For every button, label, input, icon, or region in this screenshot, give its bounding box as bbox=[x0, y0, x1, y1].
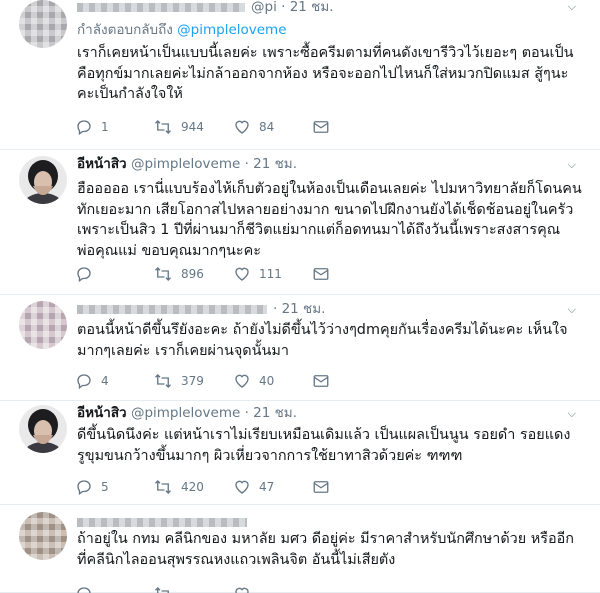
reply-icon bbox=[77, 120, 91, 136]
tweet-actions: 1 944 84 bbox=[75, 118, 375, 136]
user-handle[interactable]: @pimpleloveme bbox=[131, 156, 240, 172]
reply-context: กำลังตอบกลับถึง @pimpleloveme bbox=[77, 21, 287, 39]
user-name-blurred[interactable] bbox=[77, 304, 267, 314]
tweet-actions: 5 420 47 bbox=[75, 478, 375, 496]
tweet-text: ดีขึ้นนิดนึงค่ะ แต่หน้าเราไม่เรียบเหมือน… bbox=[77, 427, 571, 464]
tweet-text: เราก็เคยหน้าเป็นแบบนี้เลยค่ะ เพราะซื้อคร… bbox=[77, 45, 574, 102]
user-name-blurred[interactable] bbox=[77, 2, 245, 12]
avatar-image bbox=[23, 409, 63, 453]
reply-button[interactable]: 4 bbox=[75, 372, 109, 390]
dm-button[interactable] bbox=[312, 372, 330, 390]
retweet-icon bbox=[155, 587, 169, 593]
tweet-time[interactable]: · 21 ชม. bbox=[245, 156, 297, 172]
like-button[interactable]: 111 bbox=[233, 265, 282, 283]
tweet-time[interactable]: · 21 ชม. bbox=[245, 405, 297, 421]
tweet[interactable]: อีหน้าสิว @pimpleloveme · 21 ชม. ⌵ ฮือออ… bbox=[0, 150, 600, 295]
reply-icon bbox=[77, 480, 91, 496]
chevron-down-icon[interactable]: ⌵ bbox=[568, 0, 576, 14]
heart-icon bbox=[235, 480, 249, 494]
retweet-button[interactable]: 420 bbox=[153, 478, 204, 496]
tweet[interactable]: ถ้าอยู่ใน กทม คลีนิกของ มหาลัย มศว ดีอยู… bbox=[0, 505, 600, 593]
retweet-count: 944 bbox=[181, 120, 204, 134]
tweet-time[interactable]: · 21 ชม. bbox=[281, 0, 333, 15]
reply-mention[interactable]: @pimpleloveme bbox=[177, 22, 286, 38]
tweet-header: · 21 ชม. bbox=[77, 299, 325, 319]
tweet-actions: 896 111 bbox=[75, 265, 375, 283]
tweet-header: @pi · 21 ชม. bbox=[77, 0, 334, 17]
reply-icon bbox=[77, 267, 91, 283]
reply-label: กำลังตอบกลับถึง bbox=[77, 22, 173, 38]
tweet-text: ฮือออออ เรานี่แบบร้องไห้เก็บตัวอยู่ในห้อ… bbox=[77, 181, 582, 259]
retweet-icon bbox=[155, 267, 171, 281]
envelope-icon bbox=[313, 268, 329, 280]
retweet-count: 896 bbox=[181, 267, 204, 281]
reply-count: 5 bbox=[101, 480, 109, 494]
tweet-header: อีหน้าสิว @pimpleloveme · 21 ชม. bbox=[77, 403, 297, 423]
retweet-icon bbox=[155, 120, 171, 134]
like-button[interactable] bbox=[233, 585, 251, 593]
tweet[interactable]: อีหน้าสิว @pimpleloveme · 21 ชม. ⌵ ดีขึ้… bbox=[0, 401, 600, 505]
envelope-icon bbox=[313, 481, 329, 493]
reply-count: 4 bbox=[101, 374, 109, 388]
reply-button[interactable] bbox=[75, 265, 101, 283]
dm-button[interactable] bbox=[312, 478, 330, 496]
user-name[interactable]: อีหน้าสิว bbox=[77, 156, 127, 172]
retweet-button[interactable] bbox=[153, 585, 173, 593]
avatar[interactable] bbox=[19, 301, 67, 349]
reply-icon bbox=[77, 587, 91, 593]
like-button[interactable]: 40 bbox=[233, 372, 274, 390]
chevron-down-icon[interactable]: ⌵ bbox=[568, 158, 576, 172]
avatar-image bbox=[23, 160, 63, 204]
like-button[interactable]: 84 bbox=[233, 118, 274, 136]
retweet-button[interactable]: 379 bbox=[153, 372, 204, 390]
retweet-button[interactable]: 896 bbox=[153, 265, 204, 283]
heart-icon bbox=[235, 120, 249, 134]
heart-icon bbox=[235, 374, 249, 388]
avatar[interactable] bbox=[19, 0, 67, 48]
reply-icon bbox=[77, 374, 91, 390]
tweet-text: ตอนนี้หน้าดีขึ้นรึยังอะคะ ถ้ายังไม่ดีขึ้… bbox=[77, 322, 568, 359]
tweet-text: ถ้าอยู่ใน กทม คลีนิกของ มหาลัย มศว ดีอยู… bbox=[77, 531, 574, 568]
avatar[interactable] bbox=[19, 156, 67, 204]
tweet-actions bbox=[75, 585, 375, 593]
retweet-button[interactable]: 944 bbox=[153, 118, 204, 136]
user-handle[interactable]: @pimpleloveme bbox=[131, 405, 240, 421]
avatar[interactable] bbox=[19, 512, 67, 560]
reply-button[interactable] bbox=[75, 585, 93, 593]
tweet[interactable]: @pi · 21 ชม. ⌵ กำลังตอบกลับถึง @pimplelo… bbox=[0, 0, 600, 150]
chevron-down-icon[interactable]: ⌵ bbox=[568, 407, 576, 421]
user-handle[interactable]: @pi bbox=[251, 0, 277, 15]
heart-icon bbox=[235, 587, 249, 593]
like-count: 111 bbox=[259, 267, 282, 281]
user-name[interactable]: อีหน้าสิว bbox=[77, 405, 127, 421]
user-name-blurred[interactable] bbox=[77, 517, 247, 527]
like-count: 84 bbox=[259, 120, 275, 134]
tweet-header: อีหน้าสิว @pimpleloveme · 21 ชม. bbox=[77, 154, 297, 174]
retweet-icon bbox=[155, 480, 171, 494]
heart-icon bbox=[235, 267, 249, 281]
like-button[interactable]: 47 bbox=[233, 478, 274, 496]
envelope-icon bbox=[313, 121, 329, 133]
dm-button[interactable] bbox=[312, 265, 330, 283]
reply-button[interactable]: 5 bbox=[75, 478, 109, 496]
reply-button[interactable]: 1 bbox=[75, 118, 109, 136]
chevron-down-icon[interactable]: ⌵ bbox=[568, 303, 576, 317]
tweet-time[interactable]: · 21 ชม. bbox=[273, 301, 325, 317]
reply-count: 1 bbox=[101, 120, 109, 134]
tweet-actions: 4 379 40 bbox=[75, 372, 375, 390]
avatar[interactable] bbox=[19, 405, 67, 453]
retweet-count: 420 bbox=[181, 480, 204, 494]
dm-button[interactable] bbox=[312, 118, 330, 136]
like-count: 40 bbox=[259, 374, 275, 388]
envelope-icon bbox=[313, 375, 329, 387]
like-count: 47 bbox=[259, 480, 275, 494]
retweet-icon bbox=[155, 374, 171, 388]
retweet-count: 379 bbox=[181, 374, 204, 388]
tweet[interactable]: · 21 ชม. ⌵ ตอนนี้หน้าดีขึ้นรึยังอะคะ ถ้า… bbox=[0, 295, 600, 401]
